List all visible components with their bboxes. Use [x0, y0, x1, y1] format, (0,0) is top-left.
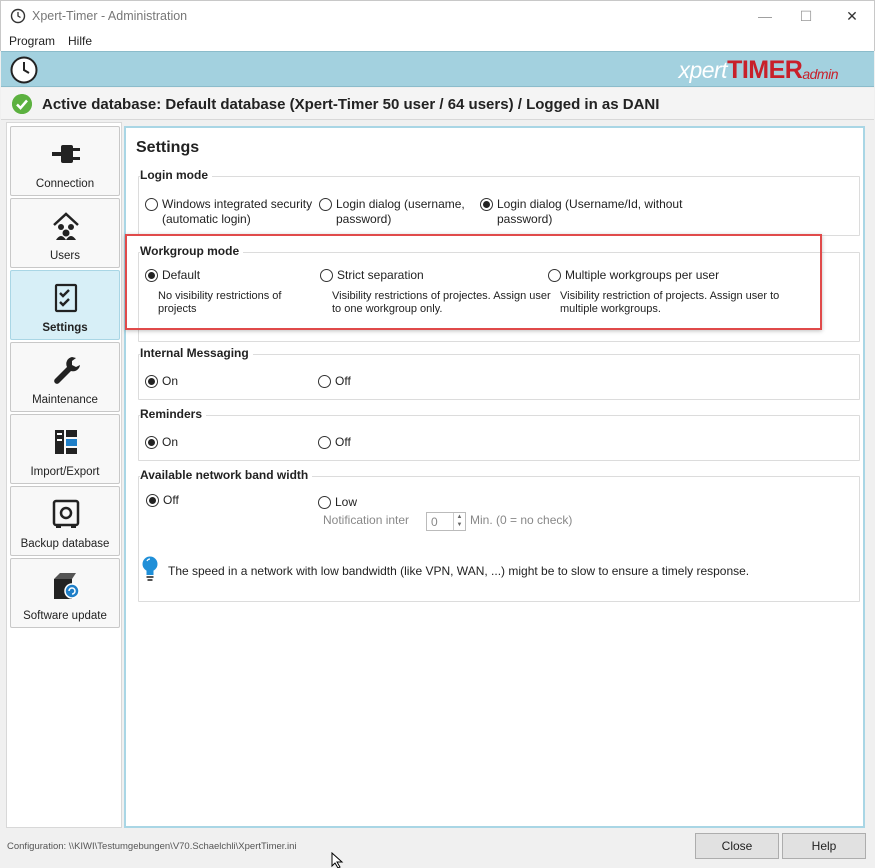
nav-item-import-export[interactable]: Import/Export — [10, 414, 120, 484]
window-title: Xpert-Timer - Administration — [32, 9, 188, 23]
app-banner: xpertTIMERadmin — [1, 51, 874, 87]
maximize-button[interactable]: ☐ — [792, 5, 820, 27]
title-bar: Xpert-Timer - Administration — ☐ ✕ — [0, 0, 875, 31]
software-update-icon — [54, 573, 80, 599]
highlight-box — [125, 234, 822, 330]
nav-item-maintenance[interactable]: Maintenance — [10, 342, 120, 412]
database-status-bar: Active database: Default database (Xpert… — [1, 88, 874, 120]
lightbulb-icon — [142, 556, 158, 581]
notification-interval-label: Notification inter — [323, 513, 410, 527]
settings-navigation: Connection Users Settings Maintenance Im… — [6, 122, 122, 828]
group-title: Available network band width — [140, 468, 313, 482]
login-mode-group: Login mode Windows integrated security (… — [138, 168, 860, 236]
check-circle-icon — [12, 94, 32, 114]
reminders-off-radio[interactable]: Off — [318, 435, 351, 450]
radio-circle[interactable] — [318, 375, 331, 388]
minimize-button[interactable]: — — [751, 5, 779, 27]
group-title: Login mode — [140, 168, 212, 182]
notification-interval-unit: Min. (0 = no check) — [470, 513, 573, 527]
group-title: Reminders — [140, 407, 207, 421]
messaging-off-radio[interactable]: Off — [318, 374, 351, 389]
nav-label: Backup database — [20, 538, 110, 550]
login-dialog-no-password-radio[interactable]: Login dialog (Username/Id, without passw… — [480, 197, 710, 227]
chevron-up-icon[interactable]: ▲ — [454, 513, 465, 521]
plug-icon — [52, 145, 80, 163]
radio-circle-selected[interactable] — [145, 436, 158, 449]
xperttimer-logo: xpertTIMERadmin — [678, 56, 838, 84]
radio-circle-selected[interactable] — [480, 198, 493, 211]
clock-logo-icon — [10, 56, 38, 84]
login-windows-radio[interactable]: Windows integrated security (automatic l… — [145, 197, 320, 227]
stepper-buttons[interactable]: ▲ ▼ — [453, 513, 465, 530]
close-button[interactable]: Close — [695, 833, 779, 859]
users-icon — [53, 212, 79, 240]
radio-circle-selected[interactable] — [145, 375, 158, 388]
reminders-on-radio[interactable]: On — [145, 435, 178, 450]
settings-panel: Settings Login mode Windows integrated s… — [124, 126, 865, 828]
mouse-cursor-icon — [331, 852, 344, 868]
menu-program[interactable]: Program — [9, 34, 55, 48]
radio-circle[interactable] — [318, 496, 331, 509]
bandwidth-off-radio[interactable]: Off — [146, 493, 179, 508]
bandwidth-tip-text: The speed in a network with low bandwidt… — [168, 564, 750, 578]
radio-circle[interactable] — [319, 198, 332, 211]
clock-icon — [10, 8, 26, 24]
nav-label: Maintenance — [32, 394, 98, 406]
help-button[interactable]: Help — [782, 833, 866, 859]
login-dialog-password-radio[interactable]: Login dialog (username, password) — [319, 197, 469, 227]
nav-item-software-update[interactable]: Software update — [10, 558, 120, 628]
radio-circle-selected[interactable] — [146, 494, 159, 507]
reminders-group: Reminders On Off — [138, 407, 860, 461]
nav-label: Connection — [35, 178, 95, 190]
configuration-path: Configuration: \\KIWI\Testumgebungen\V70… — [7, 841, 297, 852]
import-export-icon — [55, 430, 77, 454]
radio-circle[interactable] — [145, 198, 158, 211]
page-title: Settings — [136, 139, 200, 156]
nav-label: Users — [49, 250, 81, 262]
menu-bar: Program Hilfe — [0, 31, 875, 51]
checklist-icon — [54, 283, 78, 313]
nav-item-connection[interactable]: Connection — [10, 126, 120, 196]
nav-label: Settings — [42, 322, 88, 334]
internal-messaging-group: Internal Messaging On Off — [138, 346, 860, 400]
nav-label: Import/Export — [30, 466, 100, 478]
nav-item-backup-database[interactable]: Backup database — [10, 486, 120, 556]
group-title: Internal Messaging — [140, 346, 253, 360]
chevron-down-icon[interactable]: ▼ — [454, 521, 465, 529]
messaging-on-radio[interactable]: On — [145, 374, 178, 389]
notification-interval-value[interactable]: 0 — [431, 515, 438, 529]
bandwidth-low-radio[interactable]: Low — [318, 495, 357, 510]
nav-item-settings[interactable]: Settings — [10, 270, 120, 340]
close-window-button[interactable]: ✕ — [838, 5, 866, 27]
menu-help[interactable]: Hilfe — [68, 34, 92, 48]
safe-icon — [52, 499, 80, 528]
nav-item-users[interactable]: Users — [10, 198, 120, 268]
network-bandwidth-group: Available network band width — [138, 468, 860, 602]
nav-label: Software update — [23, 610, 107, 622]
active-database-text: Active database: Default database (Xpert… — [42, 96, 660, 113]
radio-circle[interactable] — [318, 436, 331, 449]
notification-interval-stepper[interactable]: 0 ▲ ▼ — [426, 512, 466, 531]
wrench-icon — [54, 357, 80, 384]
